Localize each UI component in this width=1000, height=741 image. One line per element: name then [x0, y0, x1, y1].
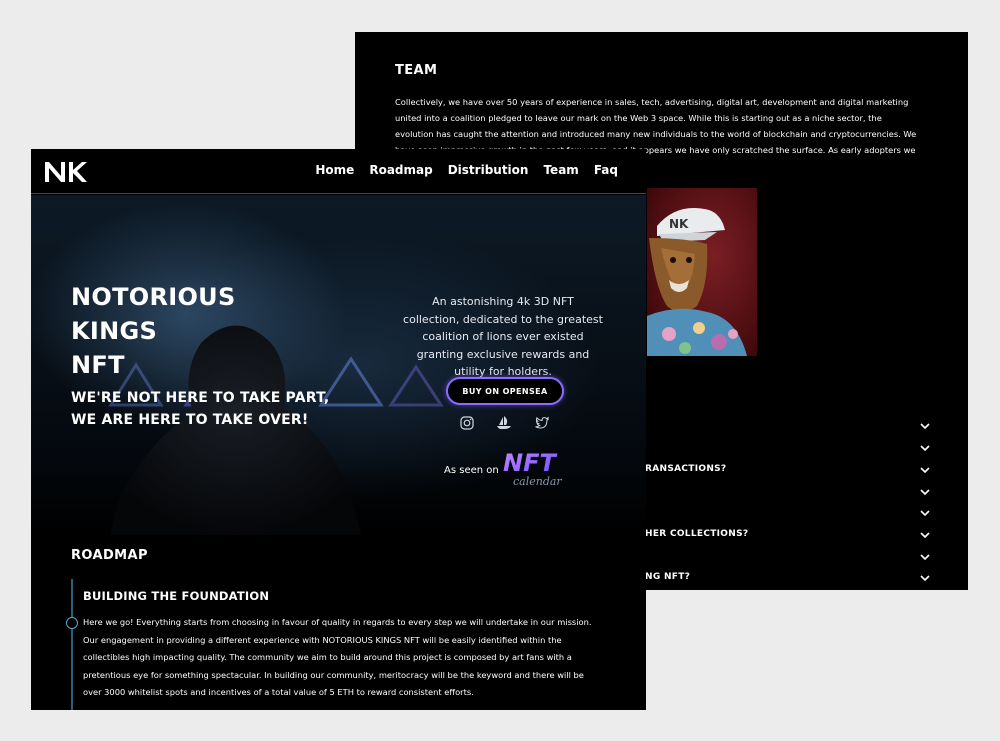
nav-team[interactable]: Team — [543, 163, 578, 177]
nav-distribution[interactable]: Distribution — [448, 163, 529, 177]
faq-question: RANSACTIONS? — [645, 464, 727, 474]
faq-item[interactable] — [645, 438, 935, 458]
nav-roadmap[interactable]: Roadmap — [369, 163, 432, 177]
faq-item[interactable]: RANSACTIONS? — [645, 460, 935, 480]
as-seen-on-label: As seen on — [444, 465, 499, 476]
nk-logo[interactable] — [43, 159, 89, 184]
faq-item[interactable]: HER COLLECTIONS? — [645, 525, 935, 545]
hero-title: NOTORIOUS KINGS NFT — [71, 283, 236, 379]
faq-question: NG NFT? — [645, 572, 691, 582]
chevron-down-icon[interactable] — [915, 547, 935, 567]
nav-faq[interactable]: Faq — [594, 163, 618, 177]
faq-item[interactable] — [645, 547, 935, 567]
chevron-down-icon[interactable] — [915, 568, 935, 588]
svg-text:NFT: NFT — [503, 449, 557, 477]
faq-item[interactable]: NG NFT? — [645, 568, 935, 588]
chevron-down-icon[interactable] — [915, 525, 935, 545]
timeline-line — [71, 579, 73, 710]
chevron-down-icon[interactable] — [915, 460, 935, 480]
twitter-icon[interactable] — [534, 415, 550, 431]
roadmap-phase-description: Here we go! Everything starts from choos… — [83, 617, 592, 697]
hero-section: NOTORIOUS KINGS NFT WE'RE NOT HERE TO TA… — [31, 195, 646, 535]
nft-calendar-logo[interactable]: NFT calendar — [501, 445, 563, 491]
buy-on-opensea-button[interactable]: BUY ON OPENSEA — [446, 377, 564, 405]
svg-text:NK: NK — [669, 217, 689, 231]
faq-item[interactable] — [645, 503, 935, 523]
top-navigation: Home Roadmap Distribution Team Faq — [31, 149, 646, 194]
hero-description: An astonishing 4k 3D NFT collection, ded… — [403, 295, 603, 378]
instagram-icon[interactable] — [459, 415, 475, 431]
timeline-marker — [66, 617, 78, 629]
chevron-down-icon[interactable] — [915, 438, 935, 458]
roadmap-phase-title: BUILDING THE FOUNDATION — [83, 589, 270, 603]
nav-links: Home Roadmap Distribution Team Faq — [315, 163, 618, 177]
faq-question: HER COLLECTIONS? — [645, 529, 749, 539]
faq-item[interactable] — [645, 416, 935, 436]
team-section-title: TEAM — [395, 63, 438, 78]
faq-item[interactable] — [645, 482, 935, 502]
landing-page-panel: Home Roadmap Distribution Team Faq NOTOR… — [31, 149, 646, 710]
chevron-down-icon[interactable] — [915, 482, 935, 502]
lion-nft-image: NK — [647, 188, 757, 356]
hero-tagline: WE'RE NOT HERE TO TAKE PART, WE ARE HERE… — [71, 390, 330, 428]
svg-text:calendar: calendar — [513, 475, 562, 488]
chevron-down-icon[interactable] — [915, 416, 935, 436]
nav-home[interactable]: Home — [315, 163, 354, 177]
chevron-down-icon[interactable] — [915, 503, 935, 523]
roadmap-section-title: ROADMAP — [71, 548, 148, 563]
opensea-icon[interactable] — [496, 415, 512, 431]
